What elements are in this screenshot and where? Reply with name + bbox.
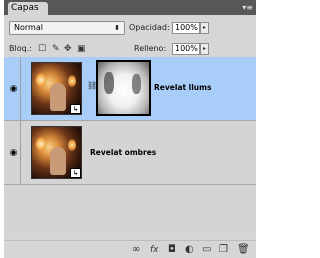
- layer-thumbnail[interactable]: ↳: [31, 126, 82, 179]
- layers-panel: Capas ▾≡ Normal ⬍ Opacidad: 100% ▸ Bloq.…: [4, 0, 256, 258]
- thumbnail-figure: [50, 147, 66, 175]
- layer-name[interactable]: Revelat ombres: [90, 148, 156, 158]
- mask-dark-area-left: [104, 72, 114, 94]
- lock-transparent-icon[interactable]: ☐: [38, 43, 46, 55]
- select-arrows-icon: ⬍: [114, 24, 120, 32]
- panel-titlebar: Capas ▾≡: [4, 0, 256, 15]
- smart-object-badge-icon: ↳: [70, 104, 81, 114]
- opacity-field[interactable]: 100%: [172, 22, 200, 34]
- adjustment-icon[interactable]: ◐: [185, 244, 194, 256]
- lock-move-icon[interactable]: ✥: [64, 43, 72, 55]
- layer-row-revelat-ombres[interactable]: ◉ ↳ Revelat ombres: [4, 121, 256, 185]
- panel-footer: ∞ fx ◘ ◐ ▭ ❐ 🗑: [4, 240, 256, 258]
- new-layer-icon[interactable]: ❐: [219, 244, 228, 256]
- lock-fill-row: Bloq.: ☐ ✎ ✥ ▣ Relleno: 100% ▸: [4, 41, 256, 58]
- blend-opacity-row: Normal ⬍ Opacidad: 100% ▸: [4, 15, 256, 41]
- fill-label: Relleno:: [134, 44, 167, 53]
- folder-icon[interactable]: ▭: [202, 244, 211, 256]
- fx-icon[interactable]: fx: [150, 244, 159, 256]
- lock-all-icon[interactable]: ▣: [77, 43, 86, 55]
- fill-dropdown-icon[interactable]: ▸: [200, 43, 209, 55]
- lock-label: Bloq.:: [9, 44, 32, 53]
- thumbnail-light-right: [68, 75, 76, 87]
- panel-menu-icon[interactable]: ▾≡: [242, 3, 253, 12]
- smart-object-badge-icon: ↳: [70, 168, 81, 178]
- link-icon[interactable]: ∞: [132, 244, 140, 256]
- mask-dark-area-right: [132, 74, 141, 94]
- trash-icon[interactable]: 🗑: [237, 244, 250, 256]
- layer-row-revelat-llums[interactable]: ◉ ↳ ⛓ Revelat llums: [4, 57, 256, 121]
- blend-mode-select[interactable]: Normal ⬍: [9, 21, 125, 35]
- blend-mode-value: Normal: [14, 23, 43, 32]
- visibility-eye-icon[interactable]: ◉: [7, 57, 21, 120]
- thumbnail-light-right: [68, 139, 76, 151]
- tab-layers[interactable]: Capas: [8, 2, 48, 15]
- layer-name[interactable]: Revelat llums: [154, 83, 211, 93]
- lock-brush-icon[interactable]: ✎: [52, 43, 60, 55]
- layer-thumbnail[interactable]: ↳: [31, 62, 82, 115]
- fill-field[interactable]: 100%: [172, 43, 200, 55]
- opacity-label: Opacidad:: [129, 23, 170, 32]
- layer-mask-thumbnail[interactable]: [96, 60, 151, 116]
- thumbnail-figure: [50, 83, 66, 111]
- thumbnail-light-left: [36, 137, 46, 151]
- mask-icon[interactable]: ◘: [168, 244, 176, 256]
- layers-list: ◉ ↳ ⛓ Revelat llums ◉ ↳ Revelat ombres: [4, 57, 256, 239]
- visibility-eye-icon[interactable]: ◉: [7, 121, 21, 184]
- opacity-dropdown-icon[interactable]: ▸: [200, 22, 209, 34]
- thumbnail-light-left: [36, 73, 46, 87]
